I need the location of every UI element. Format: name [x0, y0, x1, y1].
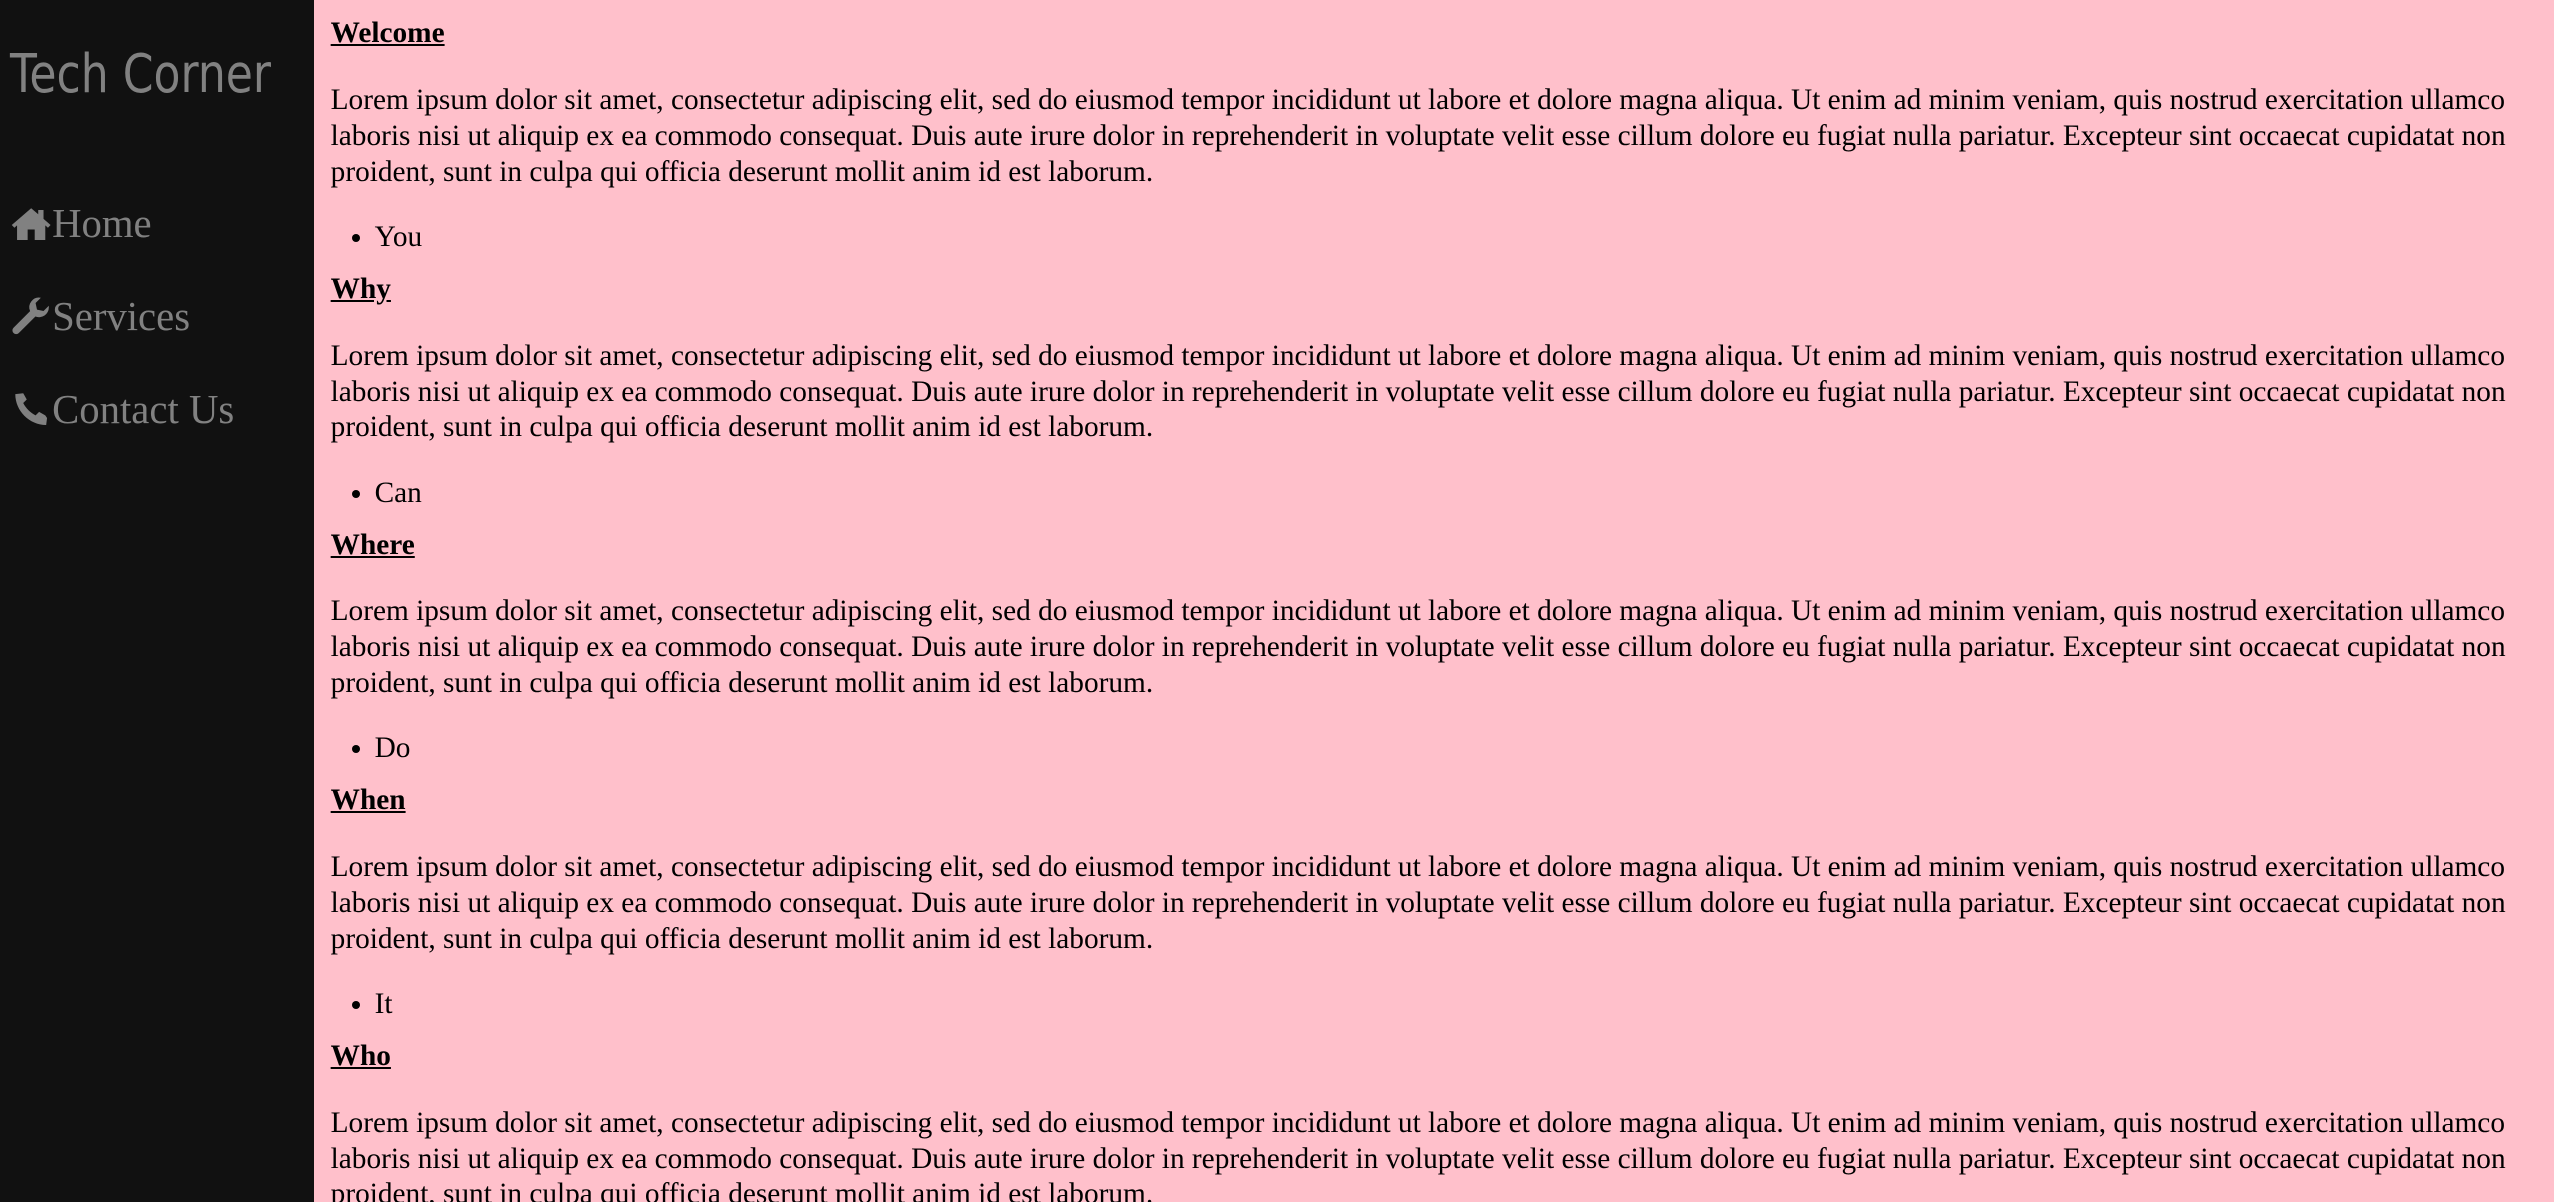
sidebar: Tech Corner Home Services Contact Us: [0, 0, 315, 1202]
nav-label: Services: [52, 294, 191, 340]
home-icon: [11, 207, 51, 240]
section-heading: Welcome: [330, 17, 445, 50]
paragraph: Lorem ipsum dolor sit amet, consectetur …: [330, 851, 2506, 955]
phone-icon: [15, 393, 47, 426]
nav-services[interactable]: Services: [10, 293, 190, 340]
section-heading: Why: [330, 272, 391, 305]
list: Do: [331, 731, 2538, 767]
main-content: Welcome Lorem ipsum dolor sit amet, cons…: [314, 0, 2554, 1202]
nav-home[interactable]: Home: [10, 200, 152, 247]
paragraph: Lorem ipsum dolor sit amet, consectetur …: [330, 84, 2506, 188]
paragraph: Lorem ipsum dolor sit amet, consectetur …: [330, 339, 2506, 444]
list: It: [331, 987, 2538, 1023]
section-heading: When: [330, 784, 406, 817]
nav-label: Contact Us: [52, 387, 235, 433]
list-item: It: [375, 987, 2538, 1023]
brand-title: Tech Corner: [9, 42, 271, 106]
list: You: [331, 220, 2538, 256]
nav-label: Home: [52, 201, 152, 247]
section-heading: Who: [330, 1039, 391, 1072]
list: Can: [331, 476, 2538, 512]
list-item: Do: [375, 731, 2538, 767]
paragraph: Lorem ipsum dolor sit amet, consectetur …: [330, 595, 2506, 700]
nav-contact-us[interactable]: Contact Us: [10, 386, 234, 433]
wrench-icon: [12, 297, 49, 334]
list-item: Can: [375, 476, 2538, 512]
section-heading: Where: [330, 528, 415, 561]
list-item: You: [375, 220, 2538, 256]
paragraph: Lorem ipsum dolor sit amet, consectetur …: [330, 1106, 2506, 1202]
